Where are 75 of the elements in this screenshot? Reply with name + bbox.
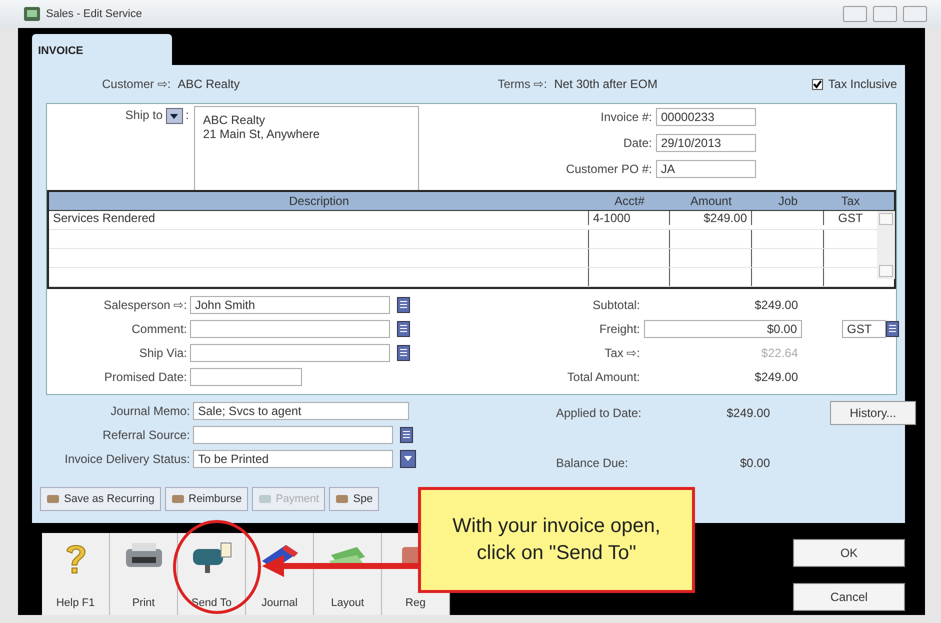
freight-field[interactable]: $0.00 [644, 320, 802, 338]
field-label: Ship Via: [138, 346, 187, 360]
dropdown-button[interactable] [400, 450, 416, 468]
caret-icon [404, 456, 412, 461]
combo-field[interactable]: To be Printed [193, 450, 393, 468]
customer-value: ABC Realty [178, 77, 240, 91]
callout-text: click on "Send To" [476, 541, 636, 566]
terms-value: Net 30th after EOM [554, 77, 658, 91]
app-icon [24, 7, 40, 21]
balance-due-label: Balance Due: [556, 456, 630, 470]
total-value: $249.00 [754, 370, 799, 384]
total-value: $249.00 [754, 298, 799, 312]
combo-field[interactable]: John Smith [190, 296, 390, 314]
invoice-tab[interactable]: INVOICE [32, 34, 172, 65]
balance-due-value: $0.00 [738, 456, 770, 470]
input-field[interactable]: JA [656, 160, 756, 178]
customer-label: Customer ⇨: [102, 77, 171, 91]
field-label: Customer PO #: [566, 162, 652, 176]
total-label: Subtotal: [592, 298, 640, 312]
column-header: Tax [840, 194, 861, 208]
cancel-button[interactable]: Cancel [793, 583, 905, 611]
total-value: $22.64 [760, 346, 799, 360]
applied-to-date-value: $249.00 [726, 406, 770, 420]
history-button[interactable]: History... [830, 401, 916, 425]
field-label: Salesperson ⇨: [102, 298, 187, 312]
callout-text: With your invoice open, [452, 514, 660, 539]
input-field[interactable] [190, 368, 302, 386]
list-button[interactable] [397, 296, 410, 312]
tax-code-field[interactable]: GST [842, 320, 886, 338]
column-header: Description [288, 194, 350, 208]
total-label: Tax ⇨: [604, 346, 640, 360]
caret-icon [170, 114, 178, 118]
list-button[interactable] [886, 320, 899, 336]
action-button[interactable]: Spe [329, 487, 379, 511]
total-label: Freight: [598, 322, 640, 336]
tax-inclusive-label: Tax Inclusive [828, 77, 897, 91]
table-cell-text: GST [837, 211, 864, 225]
column-header: Job [777, 194, 799, 208]
table-cell: 4-1000 [589, 211, 670, 225]
action-button[interactable]: Save as Recurring [40, 487, 160, 511]
table-cell: $249.00 [670, 211, 752, 225]
total-label: Total Amount: [566, 370, 640, 384]
toolbar-button[interactable]: Layout [314, 533, 382, 615]
field-label: Journal Memo: [110, 404, 190, 418]
ok-button[interactable]: OK [793, 539, 905, 567]
field-label: Invoice Delivery Status: [64, 452, 190, 466]
list-button[interactable] [397, 320, 410, 336]
table-cell: Services Rendered [49, 211, 589, 225]
toolbar-button[interactable]: Print [110, 533, 178, 615]
action-button[interactable]: Reimburse [164, 487, 248, 511]
field-label: Date: [623, 136, 652, 150]
window-title: Sales - Edit Service [46, 8, 143, 20]
list-button[interactable] [400, 426, 413, 442]
scrollbar[interactable] [877, 211, 895, 279]
colon-text: : [186, 108, 189, 122]
ship-to-label: Ship to [125, 108, 163, 122]
toolbar-button[interactable]: Help F1 [42, 533, 110, 615]
mailbox-icon [190, 541, 232, 573]
column-header: Amount [689, 194, 733, 208]
checkbox[interactable] [812, 78, 824, 90]
field-label: Comment: [130, 322, 187, 336]
list-button[interactable] [397, 344, 410, 360]
input-field[interactable]: 29/10/2013 [656, 134, 756, 152]
field-label: Promised Date: [103, 370, 187, 384]
terms-label: Terms ⇨: [498, 77, 548, 91]
ship-to-dropdown[interactable] [166, 108, 183, 124]
input-field[interactable]: Sale; Svcs to agent [193, 402, 409, 420]
combo-field[interactable] [190, 320, 390, 338]
input-field[interactable]: 00000233 [656, 108, 756, 126]
field-label: Referral Source: [102, 428, 190, 442]
column-header: Acct# [613, 194, 646, 208]
applied-to-date-label: Applied to Date: [556, 406, 642, 420]
combo-field[interactable] [190, 344, 390, 362]
combo-field[interactable] [193, 426, 393, 444]
field-label: Invoice #: [600, 110, 652, 124]
